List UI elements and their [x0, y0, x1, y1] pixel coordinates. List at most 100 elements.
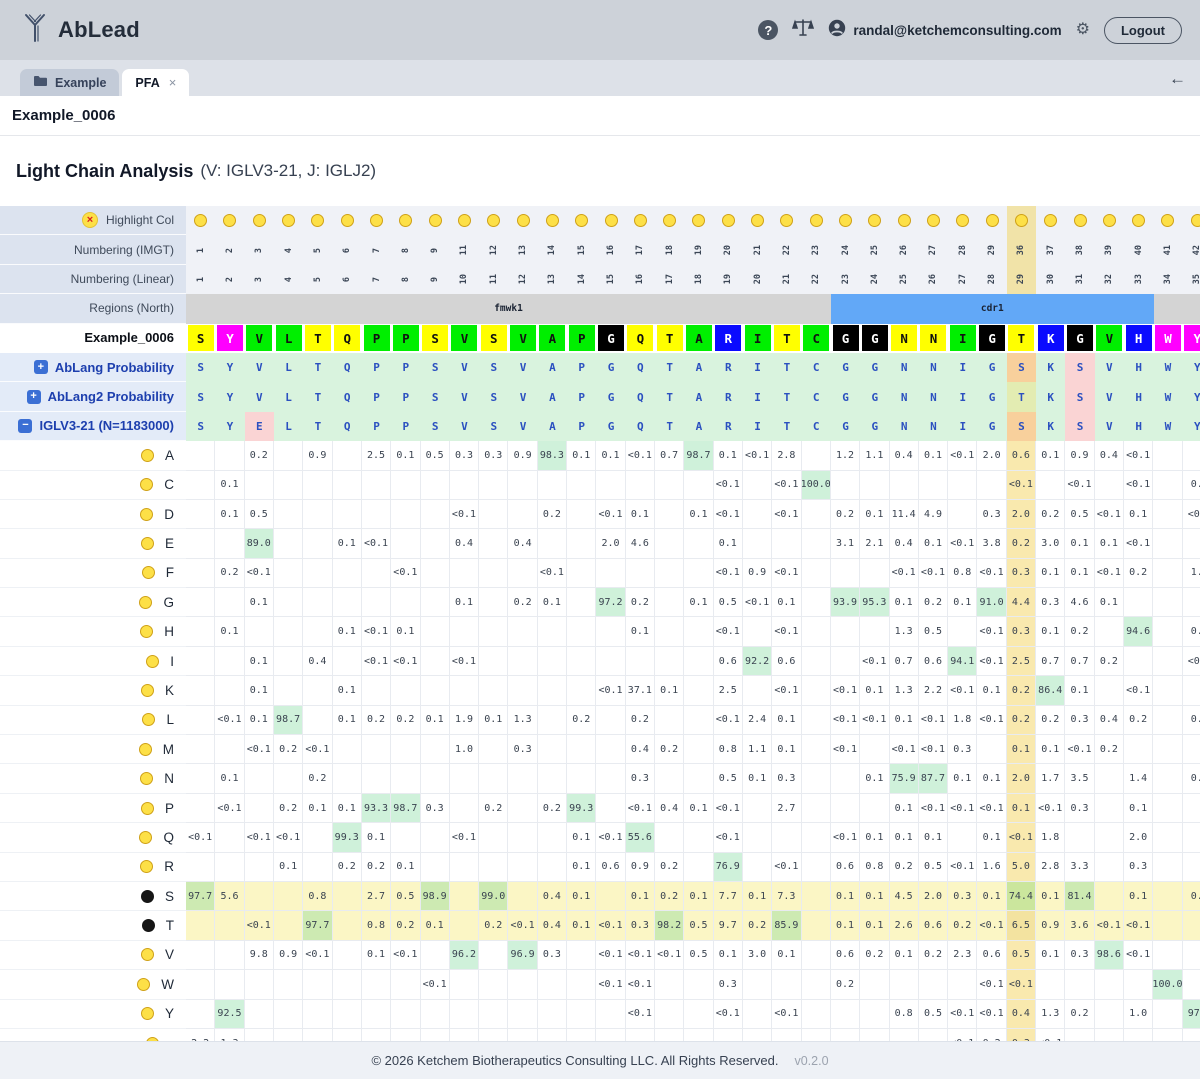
highlight-col-radio[interactable]: [1132, 214, 1145, 227]
pfa-cell: [1124, 970, 1153, 999]
highlight-col-radio[interactable]: [634, 214, 647, 227]
highlight-col-radio[interactable]: [868, 214, 881, 227]
matrix-row: R0.10.20.20.10.10.60.90.276.9<0.10.60.80…: [0, 853, 1200, 882]
user-menu[interactable]: randal@ketchemconsulting.com: [828, 19, 1061, 42]
pfa-cell: 0.2: [274, 794, 303, 823]
highlight-col-radio[interactable]: [370, 214, 383, 227]
highlight-row-radio[interactable]: [137, 978, 150, 991]
highlight-col-radio[interactable]: [253, 214, 266, 227]
highlight-col-radio[interactable]: [810, 214, 823, 227]
pfa-cell: <0.1: [1036, 794, 1065, 823]
highlight-col-radio[interactable]: [1015, 214, 1028, 227]
imgt-number: 38: [1075, 245, 1085, 255]
highlight-row-radio[interactable]: [141, 1007, 154, 1020]
highlight-col-radio[interactable]: [663, 214, 676, 227]
highlight-col-radio[interactable]: [986, 214, 999, 227]
highlight-col-radio[interactable]: [458, 214, 471, 227]
highlight-row-radio[interactable]: [140, 860, 153, 873]
highlight-row-radio[interactable]: [140, 625, 153, 638]
pfa-cell: <0.1: [831, 706, 860, 735]
highlight-col-radio[interactable]: [399, 214, 412, 227]
expand-icon[interactable]: +: [27, 390, 41, 404]
highlight-col-radio[interactable]: [605, 214, 618, 227]
highlight-row-radio[interactable]: [141, 802, 154, 815]
tab-close-icon[interactable]: ×: [169, 75, 177, 90]
highlight-col-radio[interactable]: [1103, 214, 1116, 227]
residue-row-label: A: [0, 441, 186, 470]
highlight-row-radio[interactable]: [141, 890, 154, 903]
highlight-col-radio[interactable]: [575, 214, 588, 227]
pfa-cell: [538, 617, 567, 646]
highlight-row-radio[interactable]: [141, 449, 154, 462]
pfa-cell: [391, 823, 420, 852]
highlight-col-radio[interactable]: [429, 214, 442, 227]
pfa-cell: [567, 941, 596, 970]
logout-button[interactable]: Logout: [1104, 17, 1182, 44]
highlight-col-cell: [333, 206, 362, 235]
highlight-col-radio[interactable]: [517, 214, 530, 227]
highlight-row-radio[interactable]: [142, 919, 155, 932]
highlight-col-radio[interactable]: [1044, 214, 1057, 227]
highlight-row-radio[interactable]: [141, 948, 154, 961]
prob-row-label-2[interactable]: −IGLV3-21 (N=1183000): [0, 412, 186, 441]
pfa-cell: [567, 676, 596, 705]
sequence-cell: P: [567, 324, 596, 353]
probability-cell: S: [1065, 353, 1094, 382]
highlight-row-radio[interactable]: [142, 566, 155, 579]
highlight-col-radio[interactable]: [194, 214, 207, 227]
highlight-col-radio[interactable]: [780, 214, 793, 227]
highlight-col-radio[interactable]: [839, 214, 852, 227]
pfa-cell: <0.1: [772, 1000, 801, 1029]
scale-icon[interactable]: [792, 18, 814, 43]
highlight-col-radio[interactable]: [223, 214, 236, 227]
pfa-cell: <0.1: [362, 529, 391, 558]
highlight-col-radio[interactable]: [311, 214, 324, 227]
highlight-row-radio[interactable]: [146, 1037, 159, 1041]
expand-icon[interactable]: −: [18, 419, 32, 433]
highlight-col-radio[interactable]: [1074, 214, 1087, 227]
highlight-col-radio[interactable]: [282, 214, 295, 227]
highlight-col-radio[interactable]: [1161, 214, 1174, 227]
highlight-row-radio[interactable]: [141, 684, 154, 697]
probability-cell: H: [1124, 353, 1153, 382]
back-arrow-icon[interactable]: ←: [1169, 69, 1186, 89]
highlight-col-radio[interactable]: [341, 214, 354, 227]
sequence-residue: A: [686, 325, 712, 351]
linear-number: 14: [577, 274, 587, 284]
highlight-row-radio[interactable]: [142, 713, 155, 726]
highlight-row-radio[interactable]: [139, 743, 152, 756]
highlight-row-radio[interactable]: [140, 478, 153, 491]
pfa-cell: 0.1: [567, 853, 596, 882]
pfa-cell: 0.2: [1095, 647, 1124, 676]
highlight-row-radio[interactable]: [140, 508, 153, 521]
highlight-col-radio[interactable]: [956, 214, 969, 227]
highlight-col-radio[interactable]: [927, 214, 940, 227]
pfa-cell: <0.1: [977, 794, 1006, 823]
help-icon[interactable]: ?: [758, 20, 778, 40]
pfa-cell: [303, 588, 332, 617]
highlight-row-radio[interactable]: [141, 537, 154, 550]
highlight-col-radio[interactable]: [751, 214, 764, 227]
highlight-col-radio[interactable]: [722, 214, 735, 227]
highlight-col-radio[interactable]: [546, 214, 559, 227]
prob-row-label-0[interactable]: +AbLang Probability: [0, 353, 186, 382]
highlight-row-radio[interactable]: [140, 772, 153, 785]
pfa-cell: 0.: [1183, 882, 1200, 911]
pfa-cell: <0.1: [303, 941, 332, 970]
highlight-col-radio[interactable]: [1191, 214, 1200, 227]
highlight-row-radio[interactable]: [146, 655, 159, 668]
highlight-row-radio[interactable]: [139, 831, 152, 844]
tab-pfa[interactable]: PFA ×: [122, 69, 189, 96]
pfa-cell: 0.1: [391, 617, 420, 646]
highlight-col-radio[interactable]: [487, 214, 500, 227]
clear-highlight-icon[interactable]: ×: [82, 212, 98, 228]
highlight-col-radio[interactable]: [898, 214, 911, 227]
pfa-cell: 0.2: [655, 735, 684, 764]
highlight-col-radio[interactable]: [692, 214, 705, 227]
tab-example[interactable]: Example: [20, 69, 119, 96]
linear-number-cell: 29: [1007, 265, 1036, 294]
settings-gear-icon[interactable]: ⚙: [1076, 22, 1090, 38]
highlight-row-radio[interactable]: [139, 596, 152, 609]
prob-row-label-1[interactable]: +AbLang2 Probability: [0, 382, 186, 411]
expand-icon[interactable]: +: [34, 360, 48, 374]
